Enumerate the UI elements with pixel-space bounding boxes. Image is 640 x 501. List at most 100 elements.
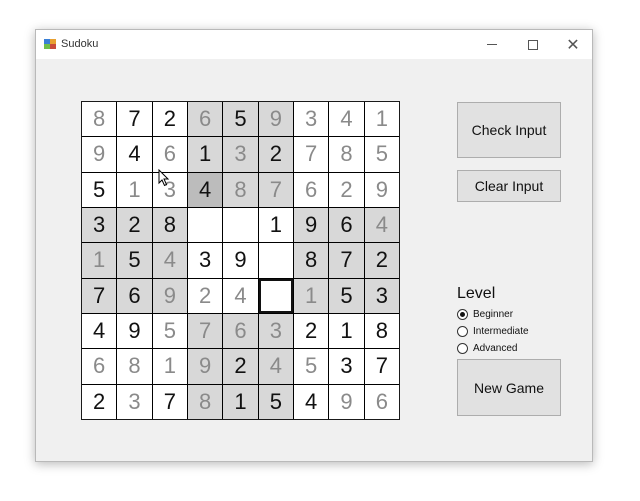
sudoku-cell[interactable]: 5 (152, 313, 187, 349)
radio-button[interactable] (457, 342, 468, 354)
close-button[interactable]: ✕ (553, 30, 593, 59)
sudoku-cell[interactable]: 9 (117, 313, 152, 349)
sudoku-board: 8726593419461327855134876293281964154398… (81, 101, 400, 420)
sudoku-cell[interactable]: 6 (117, 278, 152, 313)
sudoku-cell[interactable]: 4 (329, 102, 364, 137)
sudoku-cell[interactable]: 8 (329, 137, 364, 172)
sudoku-cell[interactable]: 7 (364, 349, 399, 384)
sudoku-cell[interactable]: 2 (152, 102, 187, 137)
sudoku-cell[interactable] (258, 278, 293, 313)
window-title: Sudoku (61, 38, 99, 50)
sudoku-cell[interactable]: 1 (223, 384, 258, 419)
sudoku-cell[interactable]: 2 (117, 207, 152, 243)
sudoku-cell[interactable]: 7 (187, 313, 223, 349)
sudoku-cell[interactable]: 6 (187, 102, 223, 137)
sudoku-cell[interactable]: 7 (258, 172, 293, 207)
sudoku-cell[interactable]: 1 (152, 349, 187, 384)
sudoku-cell[interactable]: 1 (293, 278, 329, 313)
sudoku-cell[interactable]: 2 (258, 137, 293, 172)
radio-advanced[interactable]: Advanced (457, 341, 517, 355)
sudoku-cell[interactable]: 5 (223, 102, 258, 137)
sudoku-cell[interactable]: 9 (364, 172, 399, 207)
sudoku-cell[interactable]: 8 (117, 349, 152, 384)
clear-input-button[interactable]: Clear Input (457, 170, 561, 202)
sudoku-cell[interactable]: 9 (329, 384, 364, 419)
sudoku-cell[interactable]: 6 (223, 313, 258, 349)
minimize-button[interactable] (472, 30, 512, 59)
sudoku-cell[interactable]: 2 (223, 349, 258, 384)
sudoku-cell[interactable]: 8 (152, 207, 187, 243)
sudoku-cell[interactable]: 7 (82, 278, 117, 313)
sudoku-cell[interactable]: 5 (82, 172, 117, 207)
sudoku-cell[interactable]: 6 (293, 172, 329, 207)
sudoku-cell[interactable]: 3 (364, 278, 399, 313)
sudoku-cell[interactable]: 9 (187, 349, 223, 384)
sudoku-cell[interactable]: 4 (223, 278, 258, 313)
maximize-button[interactable] (513, 30, 553, 59)
sudoku-cell[interactable]: 8 (187, 384, 223, 419)
sudoku-cell[interactable]: 6 (364, 384, 399, 419)
sudoku-cell[interactable]: 2 (82, 384, 117, 419)
sudoku-cell[interactable]: 9 (293, 207, 329, 243)
sudoku-cell[interactable]: 5 (293, 349, 329, 384)
sudoku-cell[interactable]: 4 (364, 207, 399, 243)
maximize-icon (528, 39, 538, 50)
sudoku-cell[interactable]: 3 (293, 102, 329, 137)
sudoku-cell[interactable]: 3 (258, 313, 293, 349)
sudoku-cell[interactable]: 8 (82, 102, 117, 137)
sudoku-cell[interactable]: 7 (117, 102, 152, 137)
sudoku-cell[interactable]: 1 (258, 207, 293, 243)
sudoku-cell[interactable]: 1 (82, 243, 117, 278)
sudoku-cell[interactable]: 4 (82, 313, 117, 349)
sudoku-cell[interactable]: 4 (293, 384, 329, 419)
check-input-button[interactable]: Check Input (457, 102, 561, 158)
sudoku-cell[interactable]: 9 (152, 278, 187, 313)
sudoku-cell[interactable]: 1 (364, 102, 399, 137)
radio-intermediate[interactable]: Intermediate (457, 324, 529, 338)
sudoku-cell[interactable]: 2 (187, 278, 223, 313)
sudoku-cell[interactable]: 7 (293, 137, 329, 172)
sudoku-cell[interactable]: 7 (329, 243, 364, 278)
sudoku-cell[interactable]: 3 (223, 137, 258, 172)
sudoku-cell[interactable]: 3 (117, 384, 152, 419)
sudoku-cell[interactable]: 2 (329, 172, 364, 207)
sudoku-cell[interactable]: 4 (187, 172, 223, 207)
sudoku-cell[interactable]: 6 (82, 349, 117, 384)
sudoku-cell[interactable]: 5 (329, 278, 364, 313)
sudoku-cell[interactable]: 5 (117, 243, 152, 278)
sudoku-cell[interactable]: 6 (152, 137, 187, 172)
sudoku-cell[interactable]: 4 (117, 137, 152, 172)
sudoku-cell[interactable] (223, 207, 258, 243)
sudoku-cell[interactable]: 1 (329, 313, 364, 349)
sudoku-cell[interactable]: 1 (187, 137, 223, 172)
level-label: Level (457, 285, 496, 302)
sudoku-cell[interactable]: 8 (223, 172, 258, 207)
sudoku-cell[interactable]: 3 (82, 207, 117, 243)
sudoku-cell[interactable]: 5 (364, 137, 399, 172)
new-game-button[interactable]: New Game (457, 359, 561, 416)
sudoku-cell[interactable]: 9 (258, 102, 293, 137)
sudoku-cell[interactable]: 2 (293, 313, 329, 349)
sudoku-cell[interactable]: 2 (364, 243, 399, 278)
title-bar[interactable]: Sudoku ✕ (36, 30, 592, 59)
sudoku-cell[interactable] (258, 243, 293, 278)
sudoku-cell[interactable]: 3 (187, 243, 223, 278)
sudoku-cell[interactable]: 1 (117, 172, 152, 207)
sudoku-cell[interactable]: 9 (82, 137, 117, 172)
app-icon (44, 39, 56, 49)
sudoku-cell[interactable]: 5 (258, 384, 293, 419)
radio-button[interactable] (457, 325, 468, 337)
radio-label: Beginner (473, 308, 514, 320)
sudoku-cell[interactable] (187, 207, 223, 243)
sudoku-cell[interactable]: 9 (223, 243, 258, 278)
sudoku-cell[interactable]: 7 (152, 384, 187, 419)
radio-label: Advanced (473, 342, 518, 354)
radio-button[interactable] (457, 308, 468, 320)
sudoku-cell[interactable]: 3 (329, 349, 364, 384)
sudoku-cell[interactable]: 8 (364, 313, 399, 349)
sudoku-cell[interactable]: 6 (329, 207, 364, 243)
sudoku-cell[interactable]: 4 (152, 243, 187, 278)
radio-beginner[interactable]: Beginner (457, 307, 513, 321)
sudoku-cell[interactable]: 4 (258, 349, 293, 384)
sudoku-cell[interactable]: 8 (293, 243, 329, 278)
